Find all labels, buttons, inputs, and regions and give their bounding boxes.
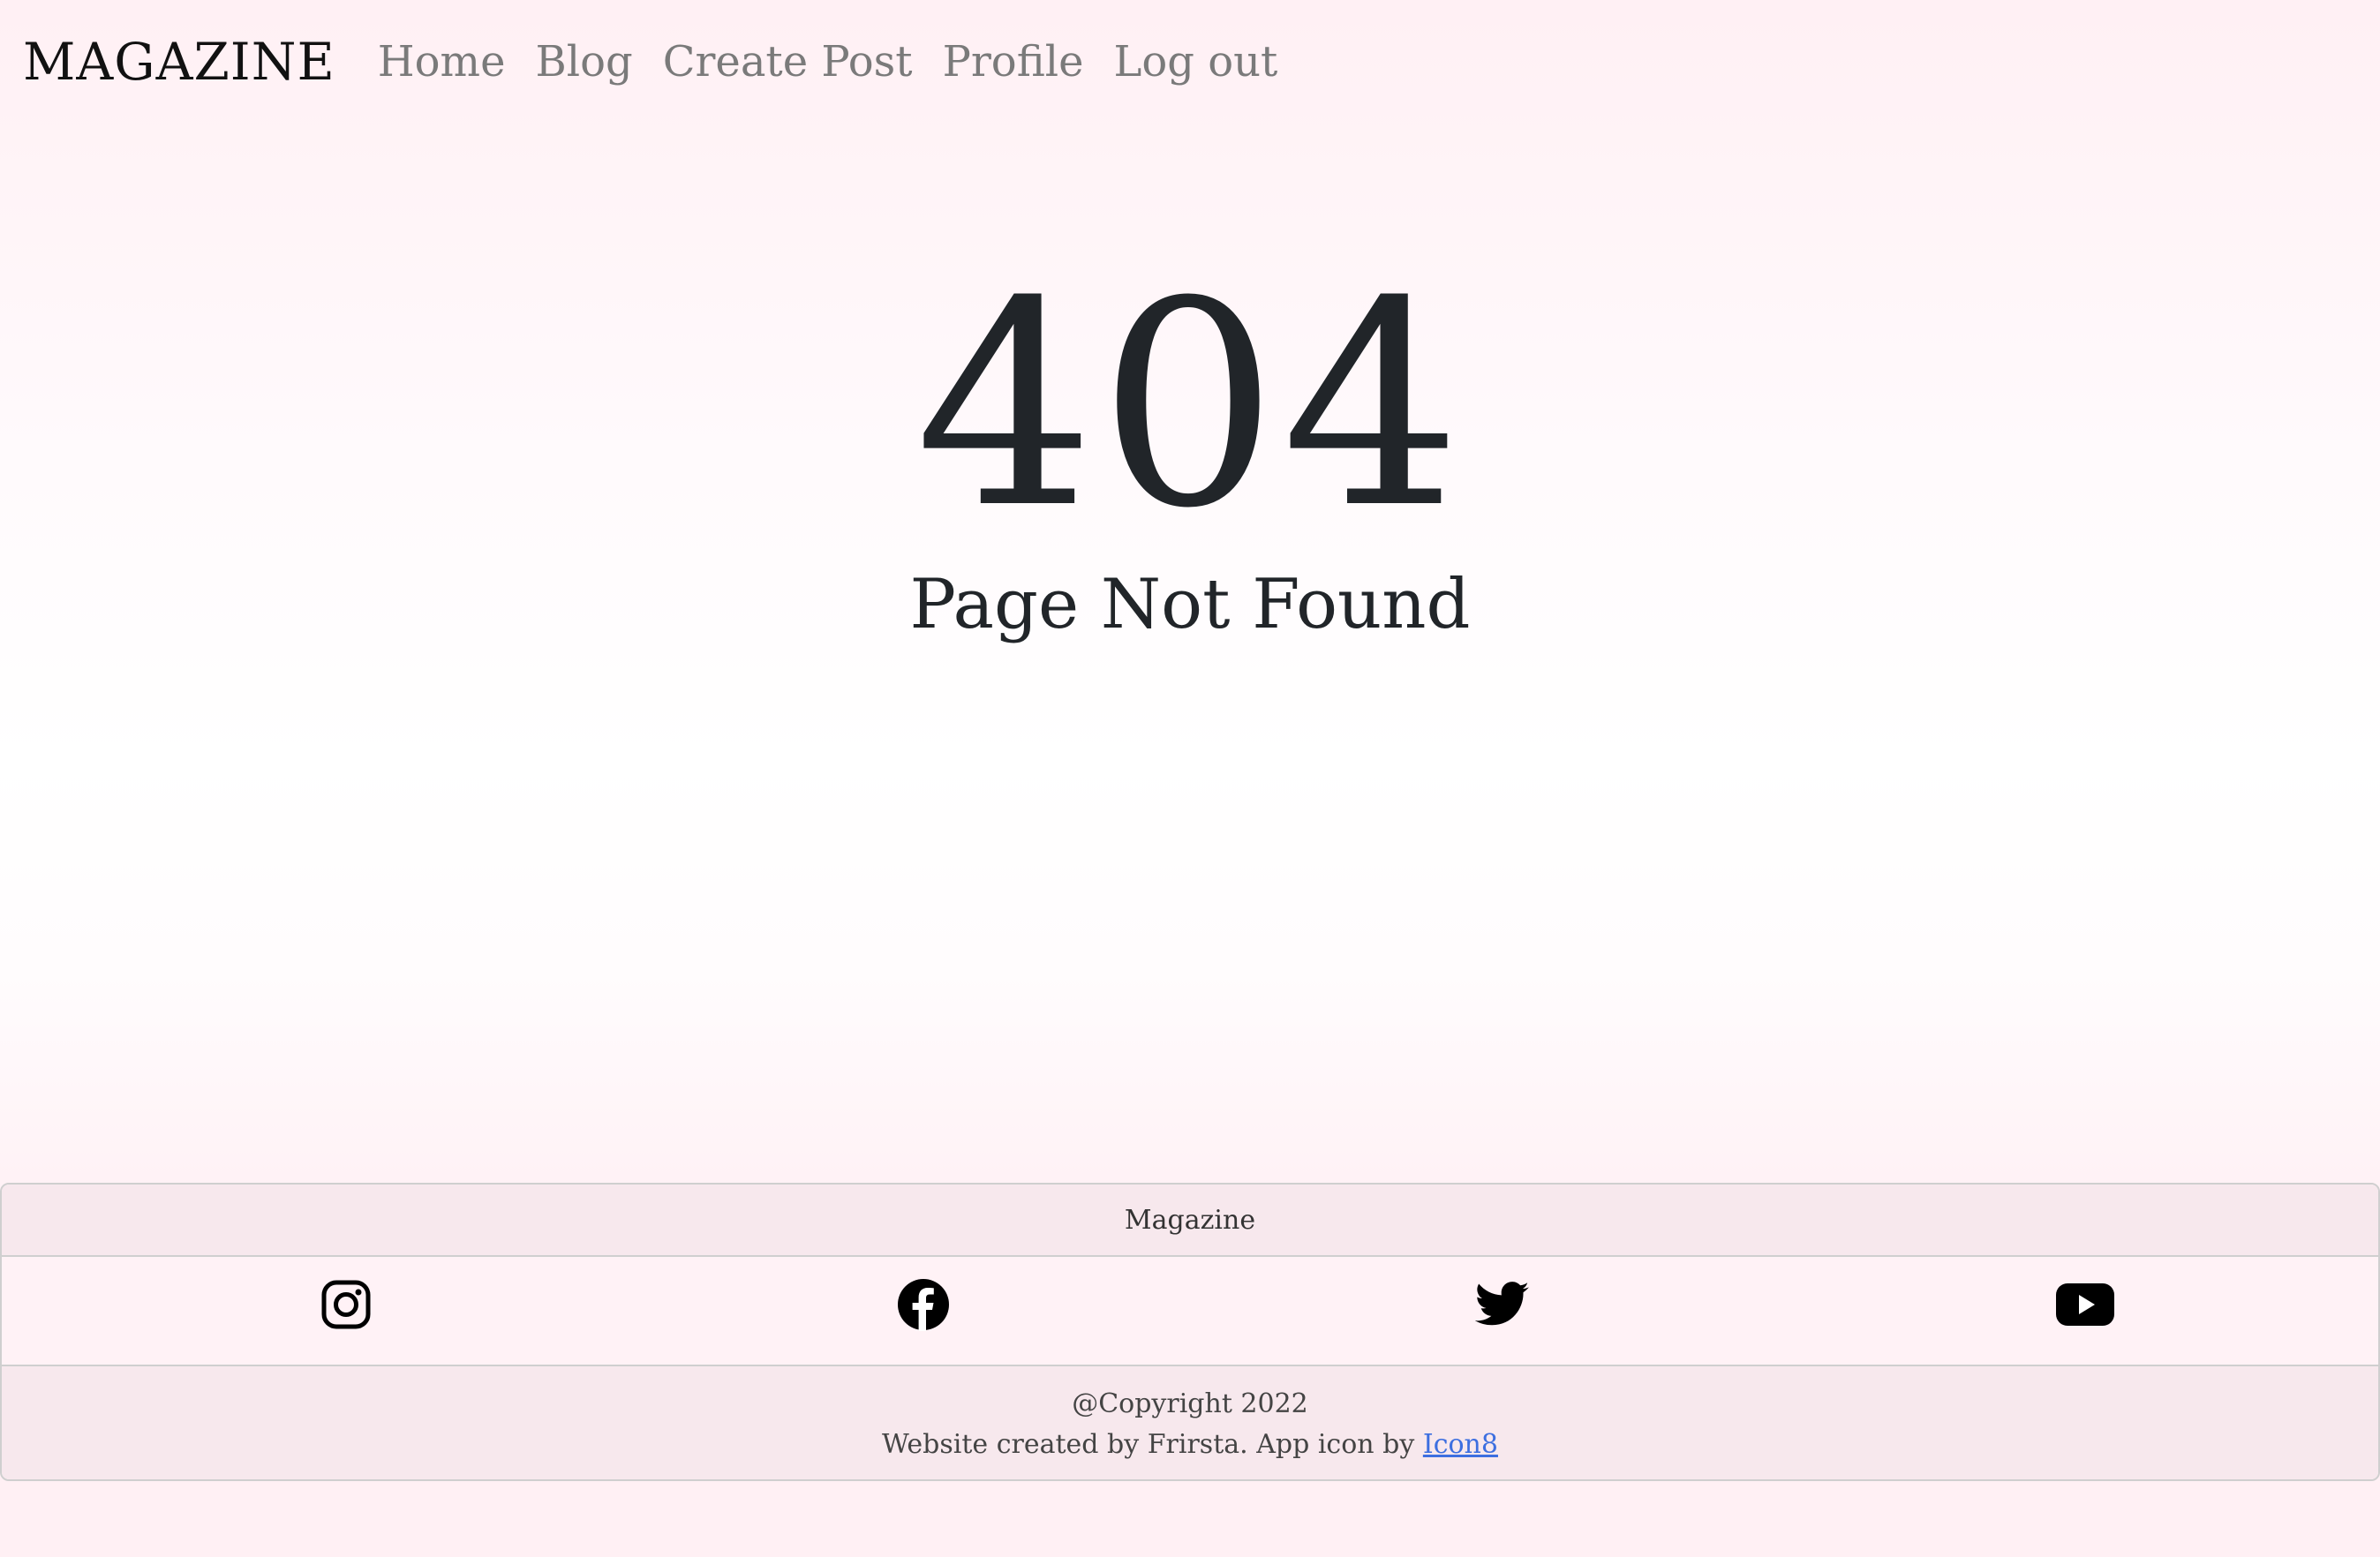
- error-message: Page Not Found: [909, 565, 1471, 644]
- footer-bottom: @Copyright 2022 Website created by Frirs…: [2, 1366, 2378, 1479]
- nav-link-home[interactable]: Home: [378, 37, 506, 86]
- twitter-link[interactable]: [1467, 1269, 1538, 1340]
- facebook-link[interactable]: [888, 1269, 959, 1340]
- icon8-link[interactable]: Icon8: [1423, 1429, 1498, 1460]
- instagram-link[interactable]: [311, 1269, 381, 1340]
- credit-line: Website created by Frirsta. App icon by …: [2, 1425, 2378, 1465]
- footer: Magazine @Copyright 2022 Website created…: [0, 1183, 2380, 1481]
- youtube-link[interactable]: [2050, 1269, 2120, 1340]
- youtube-icon: [2056, 1283, 2114, 1326]
- copyright-text: @Copyright 2022: [1072, 1388, 1308, 1419]
- nav-links: Home Blog Create Post Profile Log out: [378, 37, 1308, 86]
- nav-link-create-post[interactable]: Create Post: [663, 37, 913, 86]
- nav-link-log-out[interactable]: Log out: [1113, 37, 1277, 86]
- error-code: 404: [915, 242, 1465, 570]
- navbar: MAGAZINE Home Blog Create Post Profile L…: [0, 0, 2380, 124]
- nav-link-profile[interactable]: Profile: [943, 37, 1084, 86]
- footer-title: Magazine: [2, 1185, 2378, 1257]
- brand-logo[interactable]: MAGAZINE: [23, 32, 335, 92]
- credit-text: Website created by Frirsta. App icon by: [882, 1429, 1423, 1460]
- footer-social-links: [2, 1257, 2378, 1366]
- instagram-icon: [321, 1280, 371, 1329]
- facebook-icon: [898, 1279, 949, 1331]
- twitter-icon: [1475, 1282, 1529, 1326]
- nav-link-blog[interactable]: Blog: [535, 37, 632, 86]
